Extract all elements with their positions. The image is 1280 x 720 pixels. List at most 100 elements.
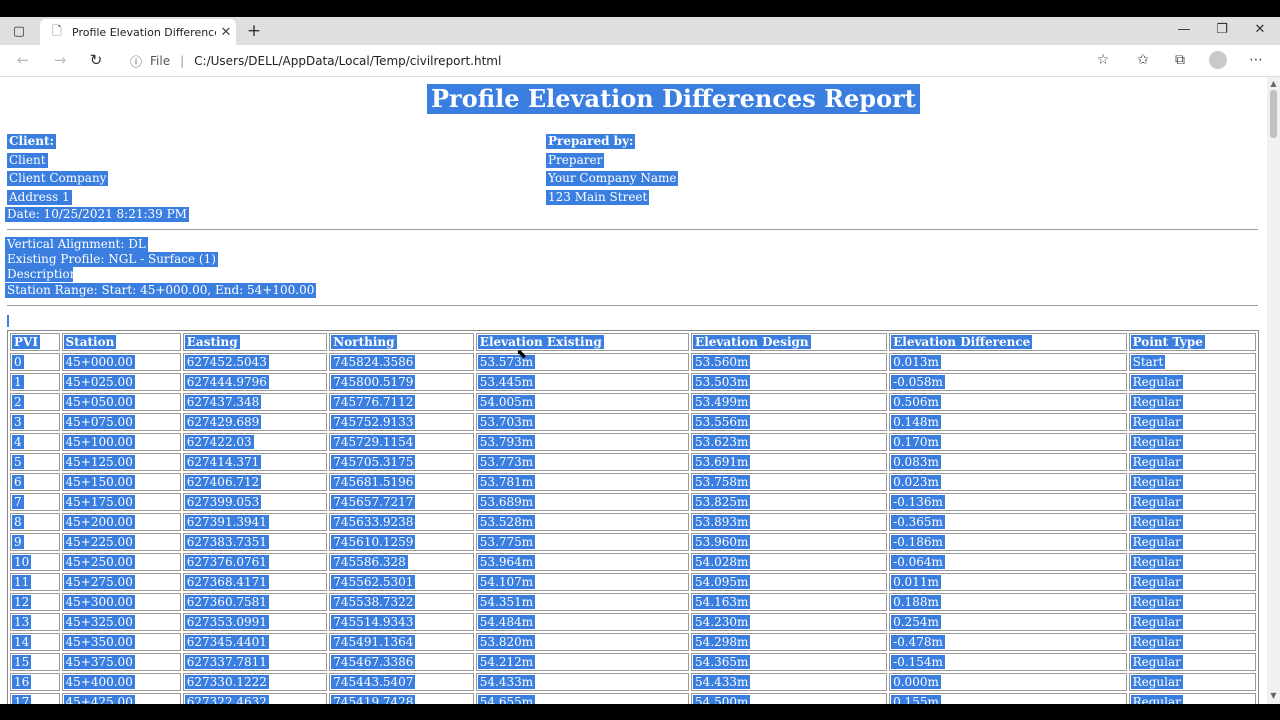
cell-value: 14: [12, 635, 32, 649]
cell-value: 45+275.00: [63, 575, 135, 589]
tab-bar: ▢ 🗋 Profile Elevation Differences Rep ✕ …: [0, 17, 1280, 45]
table-cell: 745776.7112: [329, 393, 474, 411]
more-menu-icon[interactable]: ⋯: [1245, 50, 1267, 70]
forward-icon[interactable]: →: [49, 50, 71, 70]
table-cell: 11: [10, 573, 60, 591]
table-cell: 7: [10, 493, 60, 511]
column-header-label: Station: [63, 335, 117, 349]
cell-value: 53.758m: [693, 475, 751, 489]
table-cell: 45+200.00: [61, 513, 181, 531]
table-cell: Regular: [1128, 613, 1256, 631]
cell-value: 45+025.00: [63, 375, 135, 389]
cell-value: 53.689m: [477, 495, 536, 509]
cell-value: 627429.689: [184, 415, 262, 429]
table-cell: 45+125.00: [61, 453, 181, 471]
divider: [7, 305, 1258, 306]
table-cell: Regular: [1128, 573, 1256, 591]
table-body: 0 45+000.00 627452.5043 745824.3586 53.573m 5…: [10, 353, 1256, 704]
table-cell: 45+425.00: [61, 693, 181, 704]
table-cell: 745467.3386: [329, 653, 474, 671]
table-cell: 45+000.00: [61, 353, 181, 371]
cell-value: -0.058m: [891, 375, 945, 389]
table-cell: 627376.0761: [182, 553, 328, 571]
table-cell: 54.365m: [691, 653, 888, 671]
table-cell: 745562.5301: [329, 573, 474, 591]
tab-active[interactable]: 🗋 Profile Elevation Differences Rep ✕: [40, 19, 236, 45]
table-row: 11 45+275.00 627368.4171 745562.5301 54.107m…: [10, 573, 1256, 591]
table-cell: 2: [10, 393, 60, 411]
cell-value: 45+000.00: [63, 355, 135, 369]
cell-value: 54.230m: [693, 615, 751, 629]
client-company: Client Company: [7, 171, 109, 186]
cell-value: 53.775m: [477, 535, 536, 549]
column-header-label: Elevation Difference: [891, 335, 1033, 349]
cell-value: 10: [12, 555, 32, 569]
tab-actions-icon[interactable]: ▢: [8, 22, 30, 40]
cell-value: 627383.7351: [184, 535, 269, 549]
scrollbar-thumb[interactable]: [1270, 90, 1277, 138]
cell-value: 0.083m: [891, 455, 941, 469]
cell-value: 45+300.00: [63, 595, 135, 609]
back-icon[interactable]: ←: [12, 50, 34, 70]
cell-value: Regular: [1130, 595, 1183, 609]
cell-value: 53.528m: [477, 515, 536, 529]
address-url[interactable]: C:/Users/DELL/AppData/Local/Temp/civilre…: [194, 54, 501, 68]
table-cell: 14: [10, 633, 60, 651]
address-separator: |: [180, 54, 185, 68]
cell-value: 53.560m: [693, 355, 751, 369]
cell-value: 45+050.00: [63, 395, 135, 409]
table-row: 6 45+150.00 627406.712 745681.5196 53.781m 53…: [10, 473, 1256, 491]
cell-value: -0.478m: [891, 635, 945, 649]
table-cell: 9: [10, 533, 60, 551]
scroll-down-icon[interactable]: ▼: [1269, 691, 1278, 700]
close-window-icon[interactable]: ✕: [1250, 22, 1270, 37]
cell-value: 745657.7217: [331, 495, 416, 509]
cell-value: 745562.5301: [331, 575, 416, 589]
table-cell: 0.170m: [889, 433, 1127, 451]
cell-value: 0.170m: [891, 435, 941, 449]
refresh-icon[interactable]: ↻: [85, 50, 107, 70]
table-cell: Regular: [1128, 513, 1256, 531]
column-header-label: Easting: [184, 335, 240, 349]
new-tab-icon[interactable]: +: [244, 21, 264, 41]
close-tab-icon[interactable]: ✕: [216, 25, 236, 40]
table-cell: 54.163m: [691, 593, 888, 611]
table-cell: 6: [10, 473, 60, 491]
table-cell: 5: [10, 453, 60, 471]
cell-value: 745633.9238: [331, 515, 416, 529]
table-cell: 745419.7428: [329, 693, 474, 704]
cell-value: 54.005m: [477, 395, 536, 409]
preparer-name: Preparer: [546, 153, 605, 168]
table-row: 14 45+350.00 627345.4401 745491.1364 53.820m…: [10, 633, 1256, 651]
table-cell: 8: [10, 513, 60, 531]
table-cell: 0.188m: [889, 593, 1127, 611]
table-cell: 627360.7581: [182, 593, 328, 611]
table-cell: 627444.9796: [182, 373, 328, 391]
cell-value: 745752.9133: [331, 415, 416, 429]
favorites-icon[interactable]: ✩: [1132, 50, 1154, 70]
cell-value: Regular: [1130, 395, 1183, 409]
cell-value: 627452.5043: [184, 355, 269, 369]
cell-value: 627337.7811: [184, 655, 269, 669]
vertical-scrollbar[interactable]: ▲ ▼: [1267, 77, 1280, 704]
add-favorite-icon[interactable]: ☆: [1092, 50, 1114, 70]
cell-value: 9: [12, 535, 24, 549]
maximize-icon[interactable]: ❐: [1212, 22, 1232, 37]
scroll-up-icon[interactable]: ▲: [1269, 79, 1278, 88]
profile-avatar[interactable]: [1209, 51, 1227, 69]
minimize-icon[interactable]: —: [1174, 22, 1194, 37]
table-row: 7 45+175.00 627399.053 745657.7217 53.689m 53…: [10, 493, 1256, 511]
table-cell: Regular: [1128, 693, 1256, 704]
table-cell: Start: [1128, 353, 1256, 371]
table-cell: 54.298m: [691, 633, 888, 651]
table-cell: -0.064m: [889, 553, 1127, 571]
collections-icon[interactable]: ⧉: [1169, 50, 1191, 70]
address-bar[interactable]: ⓘ File | C:/Users/DELL/AppData/Local/Tem…: [130, 51, 501, 71]
table-cell: -0.186m: [889, 533, 1127, 551]
info-icon[interactable]: ⓘ: [130, 53, 142, 70]
cell-value: 627353.0991: [184, 615, 269, 629]
table-cell: 45+250.00: [61, 553, 181, 571]
cell-value: 53.499m: [693, 395, 751, 409]
cell-value: 0.155m: [891, 695, 941, 704]
cell-value: Regular: [1130, 495, 1183, 509]
